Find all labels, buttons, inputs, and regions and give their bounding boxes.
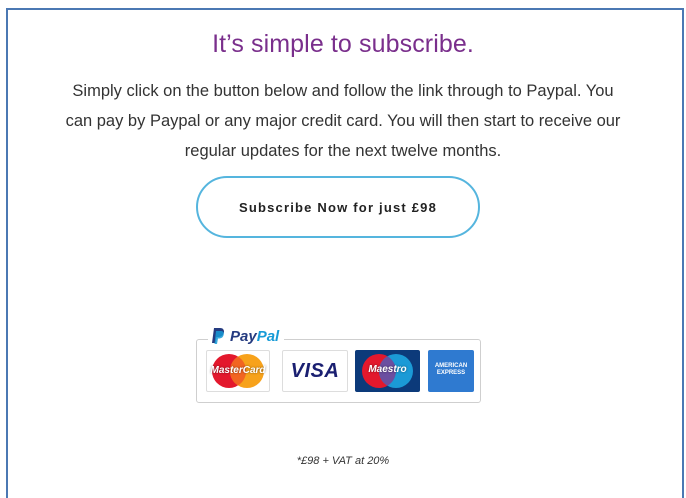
paypal-pal-text: Pal [256, 327, 280, 345]
paypal-p-icon [212, 328, 225, 344]
paypal-logo: Pay Pal [208, 327, 285, 345]
subscribe-button[interactable]: Subscribe Now for just £98 [196, 176, 480, 238]
mastercard-logo: MasterCard [206, 350, 270, 392]
page-title: It’s simple to subscribe. [212, 30, 474, 58]
visa-label: VISA [290, 360, 340, 382]
visa-logo: VISA [282, 350, 348, 392]
subscribe-description: Simply click on the button below and fol… [30, 76, 656, 166]
description-line: Simply click on the button below and fol… [72, 82, 614, 100]
description-line: can pay by Paypal or any major credit ca… [65, 112, 621, 130]
mastercard-label: MasterCard [210, 365, 266, 376]
paypal-pay-text: Pay [230, 327, 257, 345]
maestro-label: Maestro [368, 364, 407, 375]
vat-footnote: *£98 + VAT at 20% [296, 455, 390, 467]
description-line: regular updates for the next twelve mont… [184, 142, 502, 160]
maestro-logo: Maestro [355, 350, 420, 392]
amex-label: AMERICAN EXPRESS [434, 363, 468, 376]
amex-logo: AMERICAN EXPRESS [428, 350, 474, 392]
